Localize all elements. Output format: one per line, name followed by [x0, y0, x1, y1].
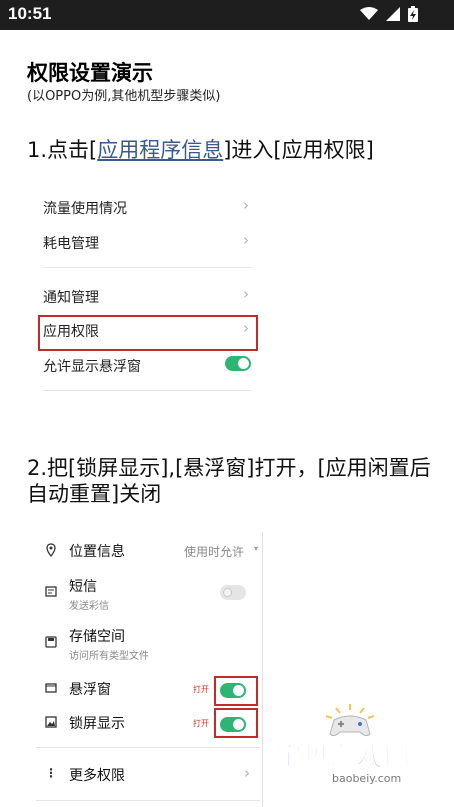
status-bar: 10:51	[0, 0, 454, 30]
divider	[43, 267, 251, 268]
permission-title: 悬浮窗	[69, 682, 111, 698]
wifi-icon	[360, 7, 378, 20]
step1-prefix: 1.点击[	[27, 138, 98, 162]
menu-item-battery[interactable]: 耗电管理 ›	[43, 227, 251, 257]
signal-icon	[386, 7, 400, 21]
watermark: 宝贝游戏网 baobeiy.com	[275, 700, 436, 800]
app-info-link[interactable]: 应用程序信息	[97, 138, 223, 162]
floating-window-toggle[interactable]	[225, 356, 251, 371]
menu-item-floating-window: 允许显示悬浮窗	[43, 350, 251, 380]
step2-heading: 2.把[锁屏显示],[悬浮窗]打开，[应用闲置后自动重置]关闭	[27, 456, 431, 506]
step1-heading: 1.点击[应用程序信息]进入[应用权限]	[27, 137, 374, 163]
permission-row-storage[interactable]: 存储空间 访问所有类型文件	[36, 626, 260, 666]
page-subtitle: (以OPPO为例,其他机型步骤类似)	[27, 89, 221, 104]
clock: 10:51	[8, 4, 52, 23]
permission-title: 存储空间	[69, 629, 125, 645]
permission-subtitle: 发送彩信	[69, 601, 109, 612]
highlight-box	[38, 315, 258, 351]
permission-row-more[interactable]: ⋮ 更多权限 ›	[36, 762, 260, 792]
annotation-tag: 打开	[193, 719, 209, 728]
menu-item-label: 耗电管理	[43, 236, 99, 252]
chevron-right-icon: ›	[243, 285, 249, 303]
location-icon	[46, 543, 56, 557]
permission-title: 位置信息	[69, 544, 125, 560]
gamepad-icon	[325, 704, 375, 737]
watermark-text: 宝贝游戏网	[275, 742, 412, 773]
menu-item-label: 通知管理	[43, 290, 99, 306]
storage-icon	[45, 636, 57, 648]
divider	[36, 800, 260, 801]
menu-item-label: 流量使用情况	[43, 201, 127, 217]
floating-window-icon	[45, 683, 57, 693]
message-icon	[45, 586, 57, 597]
permissions-panel: 位置信息 使用时允许 ▾ 短信 发送彩信 存储空间 访问所有类型文件 悬浮窗 打…	[36, 532, 263, 807]
menu-item-notifications[interactable]: 通知管理 ›	[43, 281, 251, 311]
status-icons	[360, 6, 418, 22]
menu-item-label: 允许显示悬浮窗	[43, 359, 141, 375]
battery-charging-icon	[408, 6, 418, 22]
permission-row-location[interactable]: 位置信息 使用时允许 ▾	[36, 540, 260, 570]
lockscreen-icon	[45, 716, 57, 728]
permission-subtitle: 访问所有类型文件	[69, 651, 149, 662]
chevron-right-icon: ›	[244, 764, 250, 782]
dropdown-icon: ▾	[253, 544, 258, 553]
menu-item-data-usage[interactable]: 流量使用情况 ›	[43, 192, 251, 222]
highlight-box	[214, 676, 258, 706]
divider	[43, 390, 251, 391]
chevron-right-icon: ›	[243, 196, 249, 214]
annotation-tag: 打开	[193, 685, 209, 694]
divider	[36, 747, 260, 748]
step1-suffix: ]进入[应用权限]	[223, 138, 374, 162]
sms-toggle[interactable]	[220, 585, 246, 600]
permission-value: 使用时允许	[183, 545, 244, 559]
more-vertical-icon: ⋮	[45, 766, 57, 780]
page-title: 权限设置演示	[27, 61, 153, 85]
watermark-url: baobeiy.com	[332, 772, 402, 785]
permission-title: 锁屏显示	[69, 716, 125, 732]
highlight-box	[214, 708, 258, 738]
permission-title: 更多权限	[69, 768, 125, 784]
permission-row-sms[interactable]: 短信 发送彩信	[36, 576, 260, 616]
permission-title: 短信	[69, 579, 97, 595]
chevron-right-icon: ›	[243, 231, 249, 249]
